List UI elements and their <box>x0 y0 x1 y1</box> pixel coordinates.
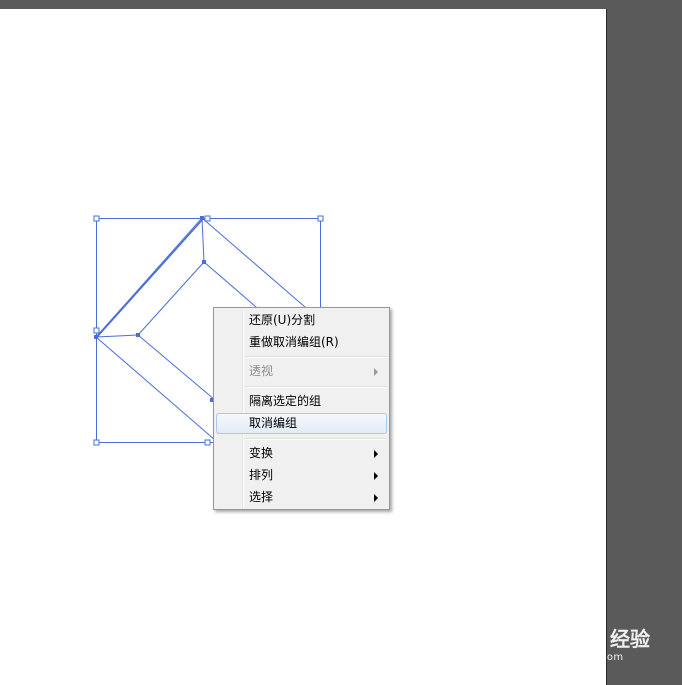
menu-item-select[interactable]: 选择 <box>216 487 387 508</box>
anchor-point <box>136 333 140 337</box>
submenu-arrow-icon <box>374 368 378 376</box>
menu-item-label: 重做取消编组(R) <box>249 335 339 349</box>
menu-item-label: 选择 <box>249 490 274 504</box>
menu-separator <box>245 356 386 358</box>
inner-diamond-lower-edge <box>137 334 216 401</box>
handle-bottom-left[interactable] <box>93 439 100 446</box>
anchor-point <box>202 260 206 264</box>
handle-top-center[interactable] <box>204 215 211 222</box>
context-menu: 还原(U)分割 重做取消编组(R) 透视 隔离选定的组 取消编组 变换 排列 选… <box>213 307 390 510</box>
menu-item-label: 还原(U)分割 <box>249 313 316 327</box>
submenu-arrow-icon <box>374 494 378 502</box>
menu-separator <box>245 438 386 440</box>
submenu-arrow-icon <box>374 472 378 480</box>
menu-item-arrange[interactable]: 排列 <box>216 465 387 486</box>
outer-edge-highlight <box>96 218 204 338</box>
menu-item-redo-ungroup[interactable]: 重做取消编组(R) <box>216 332 387 353</box>
outer-diamond-lower-edge <box>95 336 216 441</box>
menu-item-undo-split[interactable]: 还原(U)分割 <box>216 310 387 331</box>
menu-item-label: 取消编组 <box>249 416 298 430</box>
baidu-jingyan-watermark: Bai 经验 jingyan.baidu.com <box>522 621 672 671</box>
handle-middle-left[interactable] <box>93 327 100 334</box>
handle-top-left[interactable] <box>93 215 100 222</box>
anchor-point <box>94 335 98 339</box>
top-split-line <box>201 217 205 263</box>
handle-top-right[interactable] <box>317 215 324 222</box>
anchor-point <box>200 216 204 220</box>
paw-icon <box>584 624 602 646</box>
watermark-url: jingyan.baidu.com <box>526 652 624 663</box>
menu-item-isolate-group[interactable]: 隔离选定的组 <box>216 391 387 412</box>
menu-separator <box>245 386 386 388</box>
menu-item-transform[interactable]: 变换 <box>216 443 387 464</box>
watermark-logo: Bai <box>522 621 557 648</box>
menu-item-label: 隔离选定的组 <box>249 394 322 408</box>
menu-item-label: 排列 <box>249 468 274 482</box>
left-split-line <box>95 334 139 338</box>
menu-item-label: 透视 <box>249 364 274 378</box>
menu-item-label: 变换 <box>249 446 274 460</box>
watermark-text: 经验 <box>610 627 650 651</box>
submenu-arrow-icon <box>374 450 378 458</box>
handle-bottom-center[interactable] <box>204 439 211 446</box>
menu-item-perspective[interactable]: 透视 <box>216 361 387 382</box>
menu-item-ungroup[interactable]: 取消编组 <box>216 413 387 434</box>
